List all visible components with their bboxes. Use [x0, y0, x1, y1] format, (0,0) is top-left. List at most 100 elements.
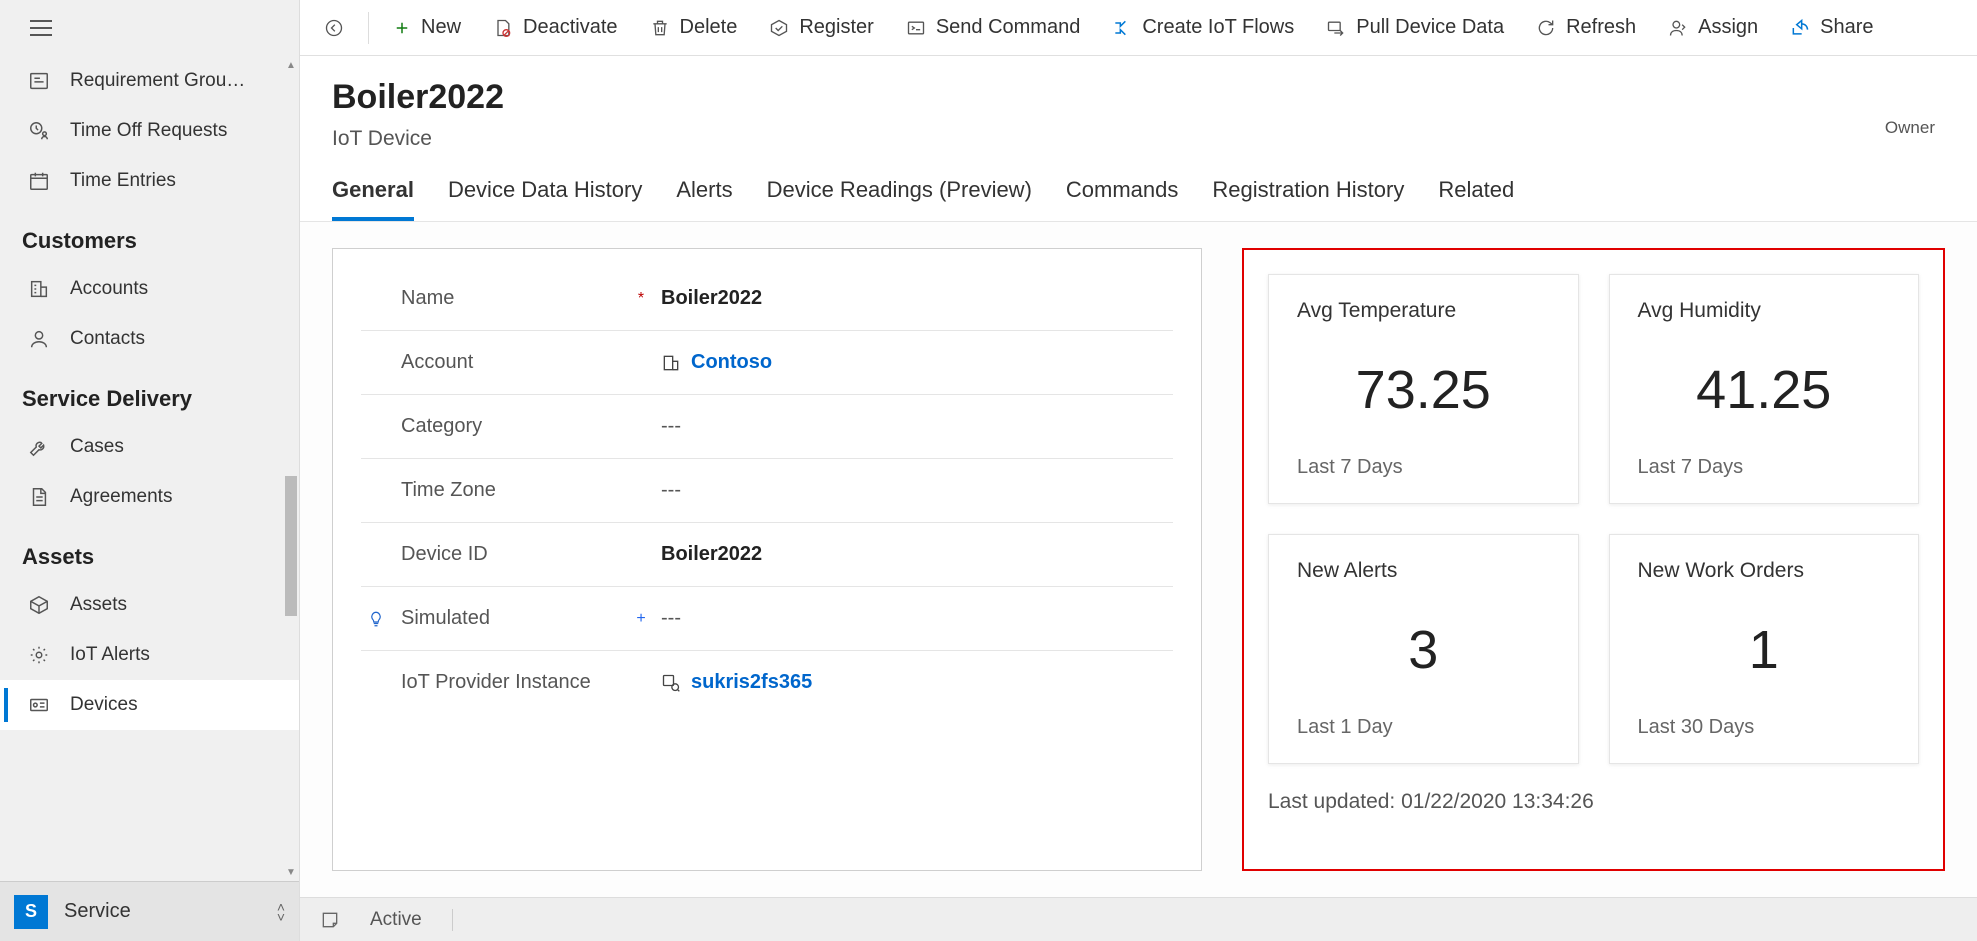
- tile-value: 73.25: [1297, 323, 1550, 456]
- field-label: Account: [401, 351, 621, 374]
- sidebar-item-assets[interactable]: Assets: [0, 580, 299, 630]
- sidebar-item-contacts[interactable]: Contacts: [0, 314, 299, 364]
- device-icon: [28, 694, 50, 716]
- field-account[interactable]: Account Contoso: [361, 331, 1173, 395]
- cmd-label: Pull Device Data: [1356, 16, 1504, 39]
- tile-avg-temperature[interactable]: Avg Temperature 73.25 Last 7 Days: [1268, 274, 1579, 504]
- scroll-down-icon[interactable]: ▼: [285, 865, 297, 879]
- tab-device-data-history[interactable]: Device Data History: [448, 167, 642, 221]
- alert-icon: [28, 644, 50, 666]
- sidebar-item-devices[interactable]: Devices: [0, 680, 299, 730]
- record-status: Active: [370, 909, 453, 931]
- deactivate-button[interactable]: Deactivate: [479, 8, 632, 47]
- pull-data-icon: [1326, 18, 1346, 38]
- field-iot-provider-instance[interactable]: IoT Provider Instance sukris2fs365: [361, 651, 1173, 714]
- chevron-updown-icon: ˄˅: [277, 902, 285, 922]
- assign-button[interactable]: Assign: [1654, 8, 1772, 47]
- tile-value: 1: [1638, 583, 1891, 716]
- tile-value: 3: [1297, 583, 1550, 716]
- box-icon: [28, 594, 50, 616]
- tile-title: Avg Humidity: [1638, 299, 1891, 323]
- tile-footer: Last 7 Days: [1297, 456, 1550, 479]
- field-simulated[interactable]: Simulated + ---: [361, 587, 1173, 651]
- cmd-label: Refresh: [1566, 16, 1636, 39]
- tab-device-readings[interactable]: Device Readings (Preview): [767, 167, 1032, 221]
- tile-value: 41.25: [1638, 323, 1891, 456]
- pull-device-data-button[interactable]: Pull Device Data: [1312, 8, 1518, 47]
- sidebar: ▲ Requirement Grou… Time Off Requests Ti…: [0, 0, 300, 941]
- area-badge: S: [14, 895, 48, 929]
- form-card: Name * Boiler2022 Account Contoso Catego…: [332, 248, 1202, 871]
- cmd-label: Delete: [680, 16, 738, 39]
- sidebar-item-time-entries[interactable]: Time Entries: [0, 156, 299, 206]
- field-device-id[interactable]: Device ID Boiler2022: [361, 523, 1173, 587]
- field-timezone[interactable]: Time Zone ---: [361, 459, 1173, 523]
- cmd-label: Register: [799, 16, 873, 39]
- recommended-mark-icon: +: [631, 610, 651, 628]
- create-iot-flows-button[interactable]: Create IoT Flows: [1098, 8, 1308, 47]
- back-button[interactable]: [310, 10, 358, 46]
- calendar-icon: [28, 170, 50, 192]
- cmd-label: Deactivate: [523, 16, 618, 39]
- scrollbar-thumb[interactable]: [285, 476, 297, 616]
- tab-alerts[interactable]: Alerts: [676, 167, 732, 221]
- delete-button[interactable]: Delete: [636, 8, 752, 47]
- field-label: Time Zone: [401, 479, 621, 502]
- sidebar-item-accounts[interactable]: Accounts: [0, 264, 299, 314]
- tab-related[interactable]: Related: [1438, 167, 1514, 221]
- nav-section-customers: Customers: [0, 206, 299, 264]
- page-title: Boiler2022: [332, 78, 504, 117]
- tab-registration-history[interactable]: Registration History: [1212, 167, 1404, 221]
- nav-label: Requirement Grou…: [70, 70, 245, 92]
- nav-label: Time Off Requests: [70, 120, 227, 142]
- sidebar-item-iot-alerts[interactable]: IoT Alerts: [0, 630, 299, 680]
- trash-icon: [650, 18, 670, 38]
- card-icon: [28, 70, 50, 92]
- provider-lookup-icon: [661, 673, 681, 693]
- provider-link[interactable]: sukris2fs365: [661, 671, 812, 694]
- register-icon: [769, 18, 789, 38]
- cmd-label: Send Command: [936, 16, 1081, 39]
- cmd-label: Create IoT Flows: [1142, 16, 1294, 39]
- sidebar-item-cases[interactable]: Cases: [0, 422, 299, 472]
- field-label: Simulated: [401, 607, 621, 630]
- tile-new-alerts[interactable]: New Alerts 3 Last 1 Day: [1268, 534, 1579, 764]
- sidebar-scrollbar[interactable]: [285, 56, 297, 881]
- tile-footer: Last 7 Days: [1638, 456, 1891, 479]
- tile-new-work-orders[interactable]: New Work Orders 1 Last 30 Days: [1609, 534, 1920, 764]
- terminal-icon: [906, 18, 926, 38]
- last-updated-text: Last updated: 01/22/2020 13:34:26: [1268, 790, 1919, 814]
- send-command-button[interactable]: Send Command: [892, 8, 1095, 47]
- sidebar-item-time-off-requests[interactable]: Time Off Requests: [0, 106, 299, 156]
- tab-commands[interactable]: Commands: [1066, 167, 1178, 221]
- field-name[interactable]: Name * Boiler2022: [361, 267, 1173, 331]
- refresh-button[interactable]: Refresh: [1522, 8, 1650, 47]
- share-button[interactable]: Share: [1776, 8, 1887, 47]
- status-note-icon[interactable]: [320, 910, 340, 930]
- nav-label: Time Entries: [70, 170, 176, 192]
- hamburger-menu-icon[interactable]: [30, 20, 52, 36]
- area-switcher[interactable]: S Service ˄˅: [0, 881, 299, 941]
- new-button[interactable]: New: [379, 8, 475, 47]
- field-label: Name: [401, 287, 621, 310]
- metrics-panel: Avg Temperature 73.25 Last 7 Days Avg Hu…: [1242, 248, 1945, 871]
- nav-label: Accounts: [70, 278, 148, 300]
- tile-avg-humidity[interactable]: Avg Humidity 41.25 Last 7 Days: [1609, 274, 1920, 504]
- nav-label: Contacts: [70, 328, 145, 350]
- plus-icon: [393, 19, 411, 37]
- tab-general[interactable]: General: [332, 167, 414, 221]
- account-lookup-icon: [661, 353, 681, 373]
- sidebar-item-requirement-groups[interactable]: Requirement Grou…: [0, 56, 299, 106]
- nav-label: Cases: [70, 436, 124, 458]
- field-value: ---: [661, 479, 681, 502]
- command-bar: New Deactivate Delete Register Send Comm…: [300, 0, 1977, 56]
- share-icon: [1790, 18, 1810, 38]
- area-label: Service: [64, 900, 261, 923]
- building-icon: [28, 278, 50, 300]
- account-link[interactable]: Contoso: [661, 351, 772, 374]
- nav-label: Devices: [70, 694, 138, 716]
- sidebar-item-agreements[interactable]: Agreements: [0, 472, 299, 522]
- register-button[interactable]: Register: [755, 8, 887, 47]
- field-category[interactable]: Category ---: [361, 395, 1173, 459]
- back-icon: [324, 18, 344, 38]
